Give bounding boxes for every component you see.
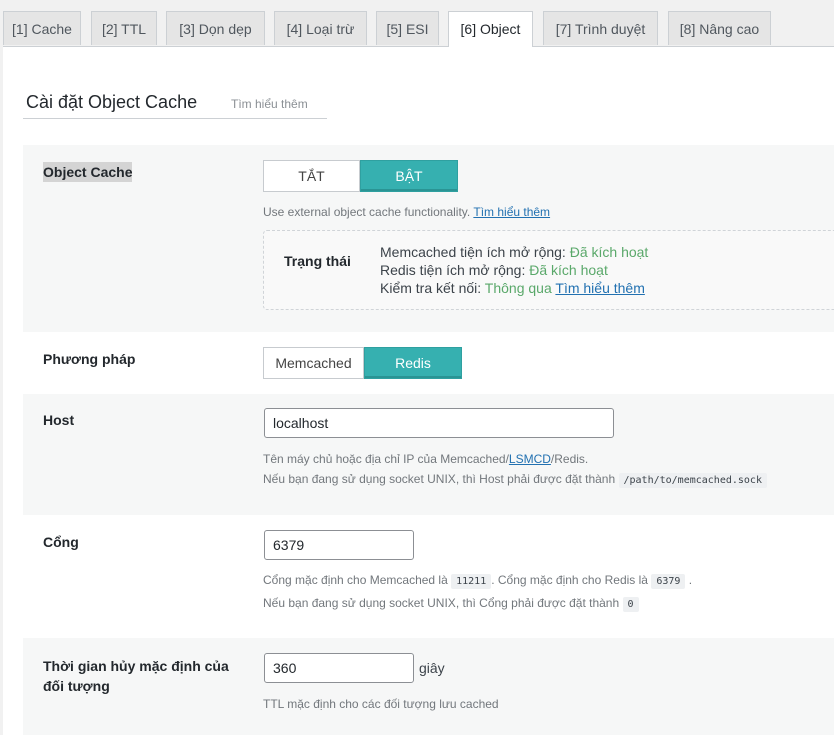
ttl-description: TTL mặc định cho các đối tượng lưu cache… <box>263 697 499 711</box>
tab-bar: [1] Cache [2] TTL [3] Dọn dẹp [4] Loại t… <box>0 0 834 47</box>
object-cache-label: Object Cache <box>43 162 133 182</box>
learn-more-link[interactable]: Tìm hiểu thêm <box>231 97 308 111</box>
method-memcached-option[interactable]: Memcached <box>263 347 364 379</box>
description-learn-more-link[interactable]: Tìm hiểu thêm <box>473 205 550 219</box>
host-row: Host localhost Tên máy chủ hoặc địa chỉ … <box>23 394 834 515</box>
tab-browser[interactable]: [7] Trình duyệt <box>543 11 658 45</box>
redis-ext-label: Redis tiện ích mở rộng: <box>380 262 526 278</box>
ttl-unit: giây <box>419 660 445 676</box>
port-description-1: Cổng mặc định cho Memcached là 11211. Cổ… <box>263 570 692 592</box>
connection-test-label: Kiểm tra kết nối: <box>380 280 482 296</box>
toggle-off-option[interactable]: TẮT <box>263 160 360 192</box>
status-box: Trạng thái Memcached tiện ích mở rộng: Đ… <box>263 230 834 310</box>
host-description-1: Tên máy chủ hoặc địa chỉ IP của Memcache… <box>263 449 588 469</box>
port-row: Cổng 6379 Cổng mặc định cho Memcached là… <box>23 515 834 638</box>
tab-esi[interactable]: [5] ESI <box>376 11 439 45</box>
port-socket-code: 0 <box>622 597 639 612</box>
method-label: Phương pháp <box>43 351 136 367</box>
object-cache-description: Use external object cache functionality.… <box>263 202 550 222</box>
connection-learn-more-link[interactable]: Tìm hiểu thêm <box>555 280 644 296</box>
section-heading: Cài đặt Object Cache Tìm hiểu thêm <box>23 92 327 119</box>
host-description-2: Nếu bạn đang sử dụng socket UNIX, thì Ho… <box>263 469 767 491</box>
object-cache-row: Object Cache TẮT BẬT Use external object… <box>23 145 834 332</box>
description-text: Use external object cache functionality. <box>263 205 471 219</box>
port-desc-mid: . Cổng mặc định cho Redis là <box>491 573 648 587</box>
host-socket-text: Nếu bạn đang sử dụng socket UNIX, thì Ho… <box>263 472 616 486</box>
ttl-label: Thời gian hủy mặc định của đối tượng <box>43 658 229 694</box>
connection-test-value: Thông qua <box>484 280 552 296</box>
status-line-connection: Kiểm tra kết nối: Thông qua Tìm hiểu thê… <box>380 280 645 296</box>
host-socket-code: /path/to/memcached.sock <box>618 473 767 488</box>
port-desc-end: . <box>688 573 693 587</box>
host-label: Host <box>43 412 75 428</box>
status-line-redis: Redis tiện ích mở rộng: Đã kích hoạt <box>380 262 608 278</box>
host-input[interactable]: localhost <box>264 408 614 438</box>
lsmcd-link[interactable]: LSMCD <box>509 452 551 466</box>
tab-ttl[interactable]: [2] TTL <box>91 11 157 45</box>
memcached-port-code: 11211 <box>451 574 492 589</box>
port-description-2: Nếu bạn đang sử dụng socket UNIX, thì Cổ… <box>263 593 639 615</box>
port-socket-text: Nếu bạn đang sử dụng socket UNIX, thì Cổ… <box>263 596 620 610</box>
object-cache-toggle[interactable]: TẮT BẬT <box>263 160 458 192</box>
port-desc-text: Cổng mặc định cho Memcached là <box>263 573 448 587</box>
redis-ext-value: Đã kích hoạt <box>529 262 608 278</box>
ttl-row: Thời gian hủy mặc định của đối tượng 360… <box>23 638 834 735</box>
status-line-memcached: Memcached tiện ích mở rộng: Đã kích hoạt <box>380 244 648 260</box>
method-toggle[interactable]: Memcached Redis <box>263 347 462 379</box>
host-desc-text: Tên máy chủ hoặc địa chỉ IP của Memcache… <box>263 452 509 466</box>
method-redis-option[interactable]: Redis <box>364 347 462 379</box>
tab-object[interactable]: [6] Object <box>448 11 533 47</box>
toggle-on-option[interactable]: BẬT <box>360 160 458 192</box>
section-title: Cài đặt Object Cache <box>26 92 198 112</box>
memcached-ext-label: Memcached tiện ích mở rộng: <box>380 244 566 260</box>
tab-cache[interactable]: [1] Cache <box>3 11 81 45</box>
host-desc-suffix: /Redis. <box>550 452 589 466</box>
port-label: Cổng <box>43 534 79 550</box>
tab-advanced[interactable]: [8] Nâng cao <box>668 11 771 45</box>
port-input[interactable]: 6379 <box>264 530 414 560</box>
status-title: Trạng thái <box>284 253 351 269</box>
redis-port-code: 6379 <box>651 574 686 589</box>
memcached-ext-value: Đã kích hoạt <box>569 244 649 260</box>
tab-exclude[interactable]: [4] Loại trừ <box>274 11 367 45</box>
method-row: Phương pháp Memcached Redis <box>23 332 834 394</box>
tab-purge[interactable]: [3] Dọn dẹp <box>166 11 265 45</box>
ttl-input[interactable]: 360 <box>264 653 414 683</box>
